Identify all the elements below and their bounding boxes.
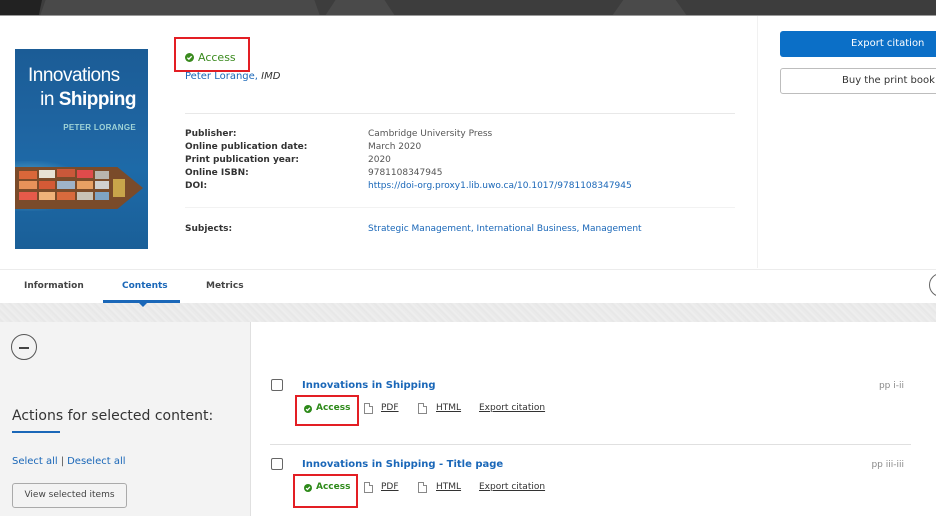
content-item-checkbox[interactable] xyxy=(271,379,283,391)
content-item-title-link[interactable]: Innovations in Shipping xyxy=(302,380,436,391)
pdf-link[interactable]: PDF xyxy=(381,482,399,492)
export-citation-link[interactable]: Export citation xyxy=(479,482,545,492)
export-citation-link[interactable]: Export citation xyxy=(479,403,545,413)
pdf-icon xyxy=(364,482,373,493)
check-circle-icon xyxy=(304,484,312,492)
content-access-badge: Access xyxy=(295,395,359,426)
isbn-value: 9781108347945 xyxy=(368,168,443,178)
banner-bottom-line xyxy=(0,15,936,16)
cover-title-line1: Innovations xyxy=(28,65,120,86)
page-range: pp iii-iii xyxy=(871,460,904,470)
isbn-label: Online ISBN: xyxy=(185,168,249,178)
banner-shape xyxy=(612,0,687,16)
link-separator: | xyxy=(60,456,65,467)
tabs-top-border xyxy=(0,269,936,270)
book-cover-image: Innovations in Shipping PETER LORANGE xyxy=(15,49,148,249)
page-range: pp i-ii xyxy=(878,381,904,391)
content-access-badge: Access xyxy=(293,474,358,508)
banner-shape xyxy=(325,0,395,16)
html-file-icon xyxy=(418,403,427,414)
access-label: Access xyxy=(198,51,236,64)
cover-title-line2: in Shipping xyxy=(40,89,136,111)
top-banner xyxy=(0,0,936,16)
item-divider xyxy=(270,444,911,445)
sidebar-divider xyxy=(757,16,758,268)
cover-title-prefix: in xyxy=(40,89,59,110)
author-link[interactable]: Peter Lorange, IMD xyxy=(185,71,280,82)
doi-link[interactable]: https://doi-org.proxy1.lib.uwo.ca/10.101… xyxy=(368,181,632,191)
view-selected-items-button[interactable]: View selected items xyxy=(12,483,127,508)
minus-icon xyxy=(19,347,29,349)
export-citation-button[interactable]: Export citation xyxy=(780,31,936,57)
author-affiliation: IMD xyxy=(261,71,281,82)
pdf-icon xyxy=(364,403,373,414)
pdf-link[interactable]: PDF xyxy=(381,403,399,413)
banner-dark-segment xyxy=(0,0,42,16)
content-item-title-link[interactable]: Innovations in Shipping - Title page xyxy=(302,459,503,470)
cover-author: PETER LORANGE xyxy=(63,123,136,132)
selection-links: Select all | Deselect all xyxy=(12,456,126,467)
access-badge: Access xyxy=(174,37,250,72)
publisher-label: Publisher: xyxy=(185,129,237,139)
active-tab-caret xyxy=(139,303,147,307)
cover-title-bold: Shipping xyxy=(58,89,137,110)
tab-metrics[interactable]: Metrics xyxy=(206,281,244,291)
check-circle-icon xyxy=(185,53,194,62)
select-all-link[interactable]: Select all xyxy=(12,456,58,467)
tab-information[interactable]: Information xyxy=(24,281,84,291)
cover-ship xyxy=(15,167,143,209)
subjects-links[interactable]: Strategic Management, International Busi… xyxy=(368,224,642,234)
author-name[interactable]: Peter Lorange xyxy=(185,71,255,82)
html-link[interactable]: HTML xyxy=(436,403,461,413)
print-year-value: 2020 xyxy=(368,155,391,165)
html-link[interactable]: HTML xyxy=(436,482,461,492)
subjects-label: Subjects: xyxy=(185,224,233,234)
divider xyxy=(185,207,735,208)
online-date-label: Online publication date: xyxy=(185,142,308,152)
actions-heading: Actions for selected content: xyxy=(12,408,214,424)
deselect-all-link[interactable]: Deselect all xyxy=(67,456,125,467)
content-item-checkbox[interactable] xyxy=(271,458,283,470)
check-circle-icon xyxy=(304,405,312,413)
html-file-icon xyxy=(418,482,427,493)
buy-print-book-button[interactable]: Buy the print book xyxy=(780,68,936,94)
access-label: Access xyxy=(316,403,351,413)
tab-scroll-button[interactable] xyxy=(929,273,936,297)
access-label: Access xyxy=(316,482,351,492)
print-year-label: Print publication year: xyxy=(185,155,300,165)
tab-contents[interactable]: Contents xyxy=(122,281,168,291)
doi-label: DOI: xyxy=(185,181,208,191)
divider xyxy=(185,113,735,114)
collapse-panel-button[interactable] xyxy=(11,334,37,360)
publisher-value: Cambridge University Press xyxy=(368,129,493,139)
heading-underline xyxy=(12,431,60,433)
online-date-value: March 2020 xyxy=(368,142,422,152)
banner-shape xyxy=(40,0,320,16)
